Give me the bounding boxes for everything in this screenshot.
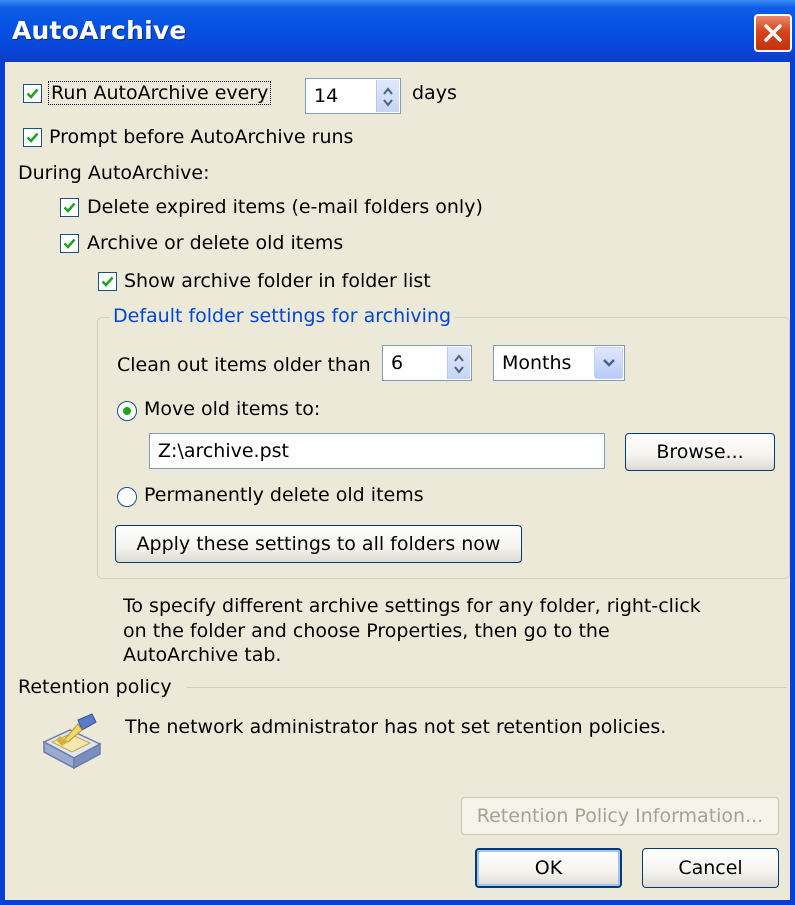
prompt-before-checkbox[interactable] bbox=[23, 128, 42, 147]
checkmark-icon bbox=[63, 238, 76, 249]
days-value: 14 bbox=[314, 85, 339, 107]
spin-arrows-icon[interactable] bbox=[376, 80, 399, 112]
radio-selected-dot bbox=[123, 407, 131, 415]
checkmark-icon bbox=[63, 202, 76, 213]
window-title: AutoArchive bbox=[12, 16, 187, 45]
autoarchive-dialog: AutoArchive Run AutoArchive every 14 day… bbox=[0, 0, 795, 905]
clean-out-value: 6 bbox=[391, 352, 404, 374]
clean-out-label: Clean out items older than bbox=[117, 354, 371, 376]
during-autoarchive-heading: During AutoArchive: bbox=[18, 162, 210, 184]
move-old-items-radio[interactable] bbox=[117, 401, 137, 421]
days-unit-label: days bbox=[412, 82, 457, 104]
close-button[interactable] bbox=[754, 14, 792, 52]
run-autoarchive-checkbox[interactable] bbox=[23, 84, 42, 103]
delete-expired-label[interactable]: Delete expired items (e-mail folders onl… bbox=[87, 196, 483, 218]
checkmark-icon bbox=[101, 276, 114, 287]
close-icon bbox=[764, 24, 782, 42]
move-old-items-label[interactable]: Move old items to: bbox=[144, 398, 320, 420]
prompt-before-label[interactable]: Prompt before AutoArchive runs bbox=[49, 126, 353, 148]
archive-path-input[interactable]: Z:\archive.pst bbox=[149, 433, 605, 469]
apply-settings-button[interactable]: Apply these settings to all folders now bbox=[115, 525, 522, 563]
chevron-down-icon bbox=[603, 359, 615, 367]
spin-arrows-icon[interactable] bbox=[447, 347, 470, 379]
show-archive-folder-checkbox[interactable] bbox=[98, 272, 117, 291]
info-text-line-3: AutoArchive tab. bbox=[123, 644, 282, 666]
title-bar[interactable]: AutoArchive bbox=[0, 0, 795, 62]
browse-button[interactable]: Browse... bbox=[625, 433, 775, 471]
retention-separator bbox=[187, 687, 787, 688]
retention-policy-icon bbox=[42, 713, 102, 770]
cancel-button[interactable]: Cancel bbox=[642, 848, 779, 888]
permanently-delete-label[interactable]: Permanently delete old items bbox=[144, 484, 424, 506]
dialog-body: Run AutoArchive every 14 days Prompt bef… bbox=[5, 62, 790, 900]
archive-old-label[interactable]: Archive or delete old items bbox=[87, 232, 343, 254]
run-autoarchive-label[interactable]: Run AutoArchive every bbox=[47, 81, 272, 105]
clean-out-unit-select[interactable]: Months bbox=[493, 345, 625, 381]
archive-old-checkbox[interactable] bbox=[60, 234, 79, 253]
clean-out-stepper[interactable]: 6 bbox=[382, 345, 472, 381]
permanently-delete-radio[interactable] bbox=[117, 487, 137, 507]
retention-info-button[interactable]: Retention Policy Information... bbox=[461, 797, 779, 835]
retention-message: The network administrator has not set re… bbox=[125, 716, 667, 738]
dropdown-button[interactable] bbox=[594, 347, 623, 379]
checkmark-icon bbox=[26, 132, 39, 143]
clean-out-unit-value: Months bbox=[502, 352, 572, 374]
checkmark-icon bbox=[26, 88, 39, 99]
ok-button[interactable]: OK bbox=[475, 848, 622, 888]
info-text-line-1: To specify different archive settings fo… bbox=[123, 595, 701, 617]
days-stepper[interactable]: 14 bbox=[305, 78, 401, 114]
show-archive-folder-label[interactable]: Show archive folder in folder list bbox=[124, 270, 431, 292]
delete-expired-checkbox[interactable] bbox=[60, 198, 79, 217]
retention-policy-heading: Retention policy bbox=[18, 676, 172, 698]
default-settings-title: Default folder settings for archiving bbox=[109, 305, 456, 327]
info-text-line-2: on the folder and choose Properties, the… bbox=[123, 620, 610, 642]
